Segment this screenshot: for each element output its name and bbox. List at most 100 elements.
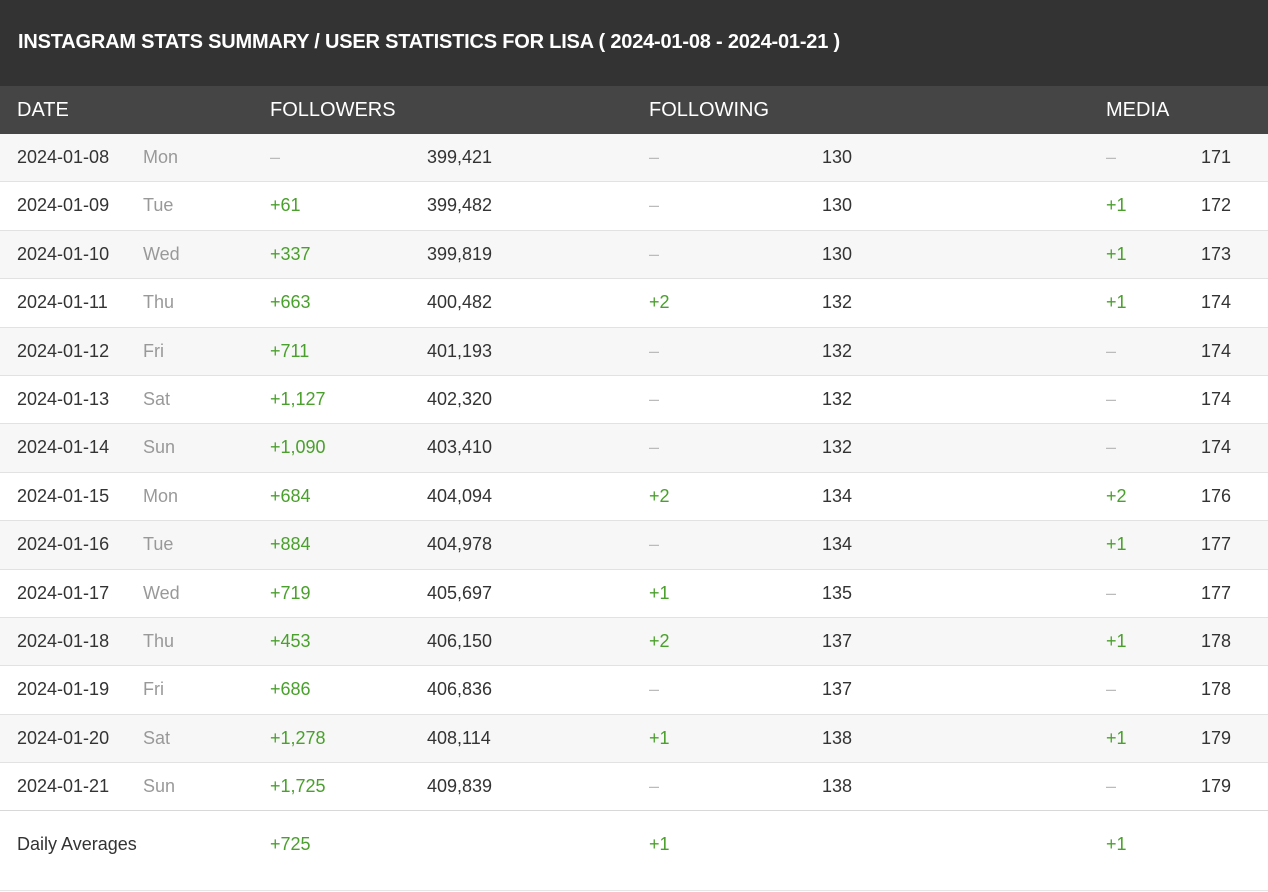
cell-date: 2024-01-09 [17,195,110,216]
cell-media-change: +1 [1106,534,1127,555]
cell-following-total: 137 [822,679,853,700]
cell-following-change: – [649,534,660,555]
table-row: 2024-01-14 Sun +1,090 403,410 – 132 – 174 [0,424,1268,473]
cell-weekday: Sun [143,437,176,458]
cell-followers-total: 399,819 [427,243,493,264]
cell-media-total: 174 [1201,388,1232,409]
cell-following-total: 132 [822,388,853,409]
cell-date: 2024-01-18 [17,630,110,651]
cell-date: 2024-01-21 [17,776,110,797]
cell-media-change: +2 [1106,485,1127,506]
cell-following-total: 134 [822,485,853,506]
cell-weekday: Sat [143,388,171,409]
cell-following-change: +2 [649,485,670,506]
cell-following-change: – [649,437,660,458]
cell-media-total: 174 [1201,292,1232,313]
cell-weekday: Sat [143,727,171,748]
cell-following-total: 130 [822,243,853,264]
column-header-followers: FOLLOWERS [270,99,396,121]
cell-media-change: – [1106,776,1117,797]
stats-table-body: 2024-01-08 Mon – 399,421 – 130 – 171 2024-01-09 T… [0,134,1268,812]
cell-following-change: – [649,388,660,409]
cell-date: 2024-01-11 [17,292,108,313]
cell-media-change: +1 [1106,727,1127,748]
cell-media-total: 178 [1201,630,1232,651]
cell-following-change: – [649,776,660,797]
cell-weekday: Thu [143,292,175,313]
column-header-following: FOLLOWING [649,99,770,121]
cell-date: 2024-01-12 [17,340,110,361]
cell-followers-change: +719 [270,582,311,603]
cell-followers-total: 408,114 [427,727,491,748]
cell-media-change: +1 [1106,195,1127,216]
cell-followers-change: +884 [270,534,311,555]
cell-media-total: 171 [1201,147,1232,167]
cell-following-total: 137 [822,630,853,651]
cell-date: 2024-01-15 [17,485,110,506]
cell-following-change: +2 [649,292,670,313]
table-row: 2024-01-11 Thu +663 400,482 +2 132 +1 174 [0,279,1268,328]
column-header-media: MEDIA [1106,99,1170,121]
cell-followers-total: 404,978 [427,534,493,555]
cell-following-total: 132 [822,292,853,313]
cell-followers-change: +1,725 [270,776,326,797]
table-row: 2024-01-16 Tue +884 404,978 – 134 +1 177 [0,521,1268,570]
cell-followers-change: +1,127 [270,388,326,409]
cell-following-total: 138 [822,727,853,748]
cell-media-change: – [1106,147,1117,167]
cell-media-total: 172 [1201,195,1232,216]
table-row: 2024-01-20 Sat +1,278 408,114 +1 138 +1 179 [0,714,1268,764]
table-header: DATE FOLLOWERS FOLLOWING MEDIA [0,86,1268,134]
cell-followers-change: +1,278 [270,727,326,748]
table-row: 2024-01-15 Mon +684 404,094 +2 134 +2 176 [0,472,1268,522]
cell-following-change: – [649,195,660,216]
table-row: 2024-01-21 Sun +1,725 409,839 – 138 – 179 [0,763,1268,812]
cell-followers-total: 400,482 [427,292,493,313]
cell-following-change: – [649,243,660,264]
cell-followers-total: 404,094 [427,485,493,506]
cell-weekday: Tue [143,195,174,216]
cell-followers-total: 403,410 [427,437,493,458]
cell-date: 2024-01-10 [17,243,110,264]
cell-followers-change: +337 [270,243,311,264]
cell-following-total: 132 [822,340,853,361]
cell-date: 2024-01-14 [17,437,110,458]
table-row: 2024-01-10 Wed +337 399,819 – 130 +1 173 [0,230,1268,280]
cell-media-total: 177 [1201,534,1232,555]
cell-following-total: 134 [822,534,853,555]
cell-media-total: 178 [1201,679,1232,700]
cell-followers-change: +686 [270,679,311,700]
cell-media-change: – [1106,388,1117,409]
cell-media-total: 174 [1201,437,1232,458]
cell-weekday: Tue [143,534,174,555]
cell-weekday: Sun [143,776,176,797]
cell-followers-total: 402,320 [427,388,493,409]
cell-followers-total: 399,421 [427,147,493,167]
cell-media-total: 177 [1201,582,1232,603]
cell-following-change: +1 [649,727,670,748]
table-row: 2024-01-13 Sat +1,127 402,320 – 132 – 174 [0,375,1268,425]
cell-followers-total: 405,697 [427,582,493,603]
cell-media-total: 179 [1201,727,1232,748]
cell-media-change: +1 [1106,243,1127,264]
cell-date: 2024-01-17 [17,582,110,603]
cell-followers-change: +684 [270,485,311,506]
column-header-date: DATE [17,99,69,121]
cell-media-change: +1 [1106,630,1127,651]
cell-followers-total: 399,482 [427,195,493,216]
cell-media-change: +1 [1106,292,1127,313]
daily-averages-label: Daily Averages [17,834,137,854]
cell-weekday: Fri [143,679,164,700]
table-row: 2024-01-12 Fri +711 401,193 – 132 – 174 [0,327,1268,376]
cell-following-total: 130 [822,147,853,167]
cell-weekday: Mon [143,147,179,167]
cell-followers-total: 409,839 [427,776,493,797]
cell-following-change: – [649,147,660,167]
cell-following-change: – [649,679,660,700]
cell-following-change: – [649,340,660,361]
table-row: 2024-01-08 Mon – 399,421 – 130 – 171 [0,134,1268,183]
cell-followers-change: +663 [270,292,311,313]
table-row: 2024-01-17 Wed +719 405,697 +1 135 – 177 [0,569,1268,618]
avg-following-change: +1 [649,834,670,854]
cell-media-change: – [1106,437,1117,458]
